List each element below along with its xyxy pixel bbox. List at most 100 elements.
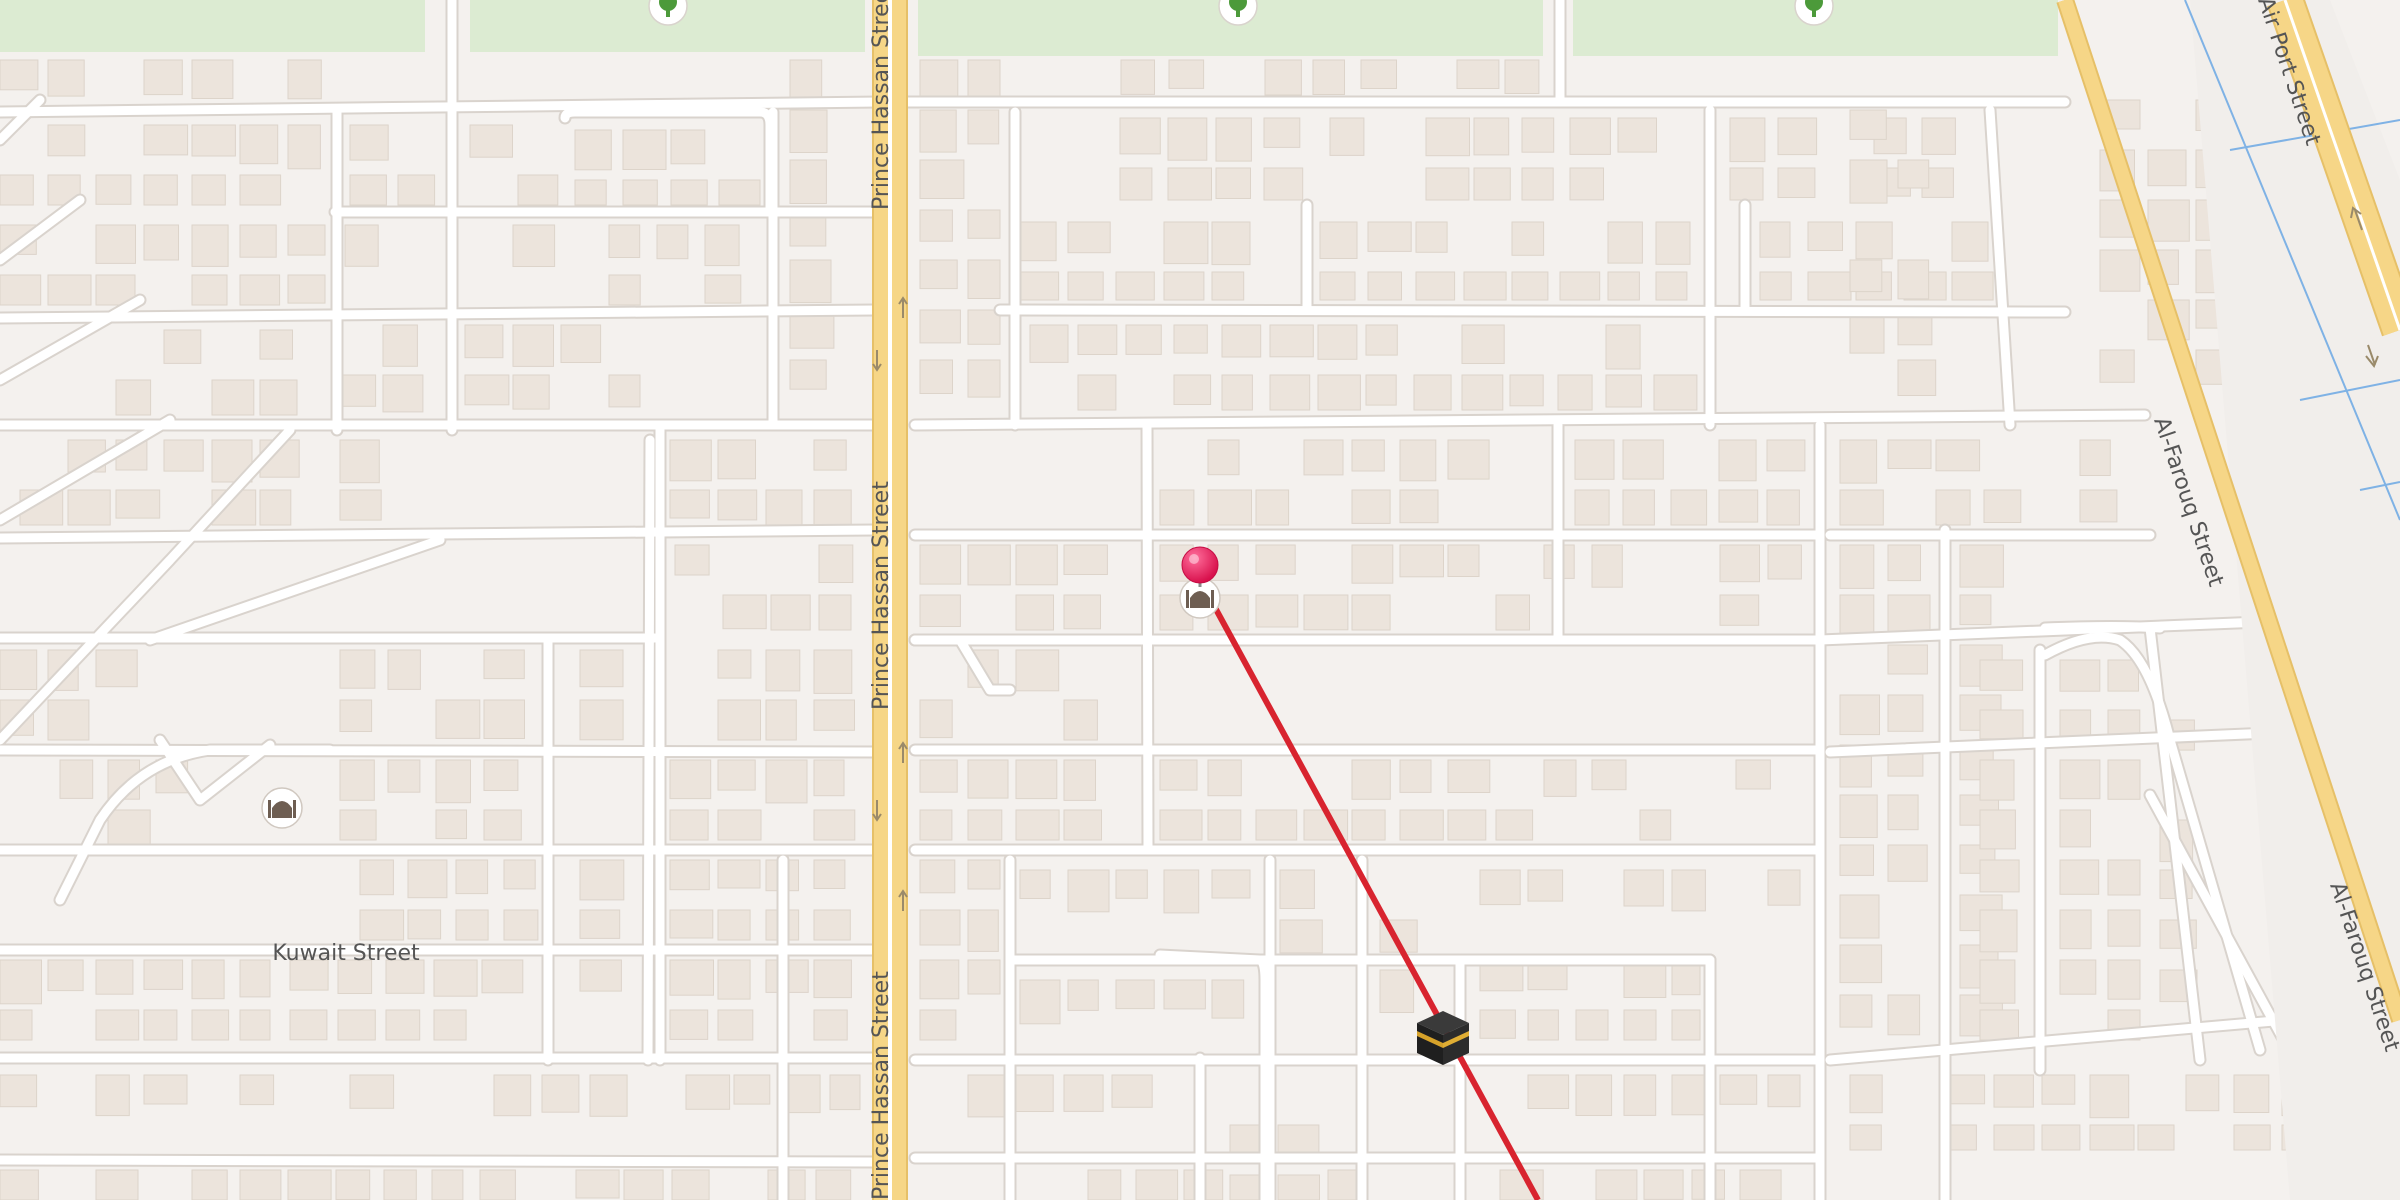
building: [733, 1074, 771, 1105]
building: [2233, 1124, 2271, 1151]
building: [1479, 1009, 1516, 1039]
building: [1766, 439, 1806, 472]
building: [1839, 794, 1878, 838]
building: [1115, 869, 1148, 899]
building: [1255, 544, 1296, 575]
building: [163, 329, 202, 364]
building: [1849, 1074, 1883, 1114]
building: [2107, 659, 2139, 692]
building: [1887, 844, 1928, 882]
building: [1019, 271, 1060, 301]
building: [704, 224, 740, 267]
building: [287, 59, 322, 100]
building: [1979, 759, 2015, 801]
building: [1312, 59, 1345, 95]
building: [1605, 324, 1641, 370]
building: [579, 909, 621, 939]
building: [967, 359, 1001, 398]
building: [2099, 249, 2141, 292]
building: [512, 324, 554, 367]
building: [813, 859, 846, 889]
building: [1719, 544, 1760, 583]
building: [1887, 694, 1924, 732]
building: [1351, 594, 1391, 631]
building: [287, 224, 326, 256]
building: [1173, 324, 1208, 354]
building: [1935, 439, 1981, 472]
building: [1767, 1074, 1801, 1108]
building: [2059, 909, 2092, 950]
building: [789, 109, 828, 153]
building: [1979, 659, 2024, 691]
building: [512, 224, 556, 267]
building: [397, 174, 436, 206]
building: [967, 809, 1003, 841]
building: [433, 1009, 467, 1041]
building: [1211, 979, 1245, 1019]
building: [967, 109, 1000, 145]
building: [1215, 117, 1252, 162]
building: [1849, 259, 1883, 293]
building: [669, 859, 710, 891]
building: [789, 259, 832, 304]
building: [191, 1169, 228, 1200]
building: [722, 594, 767, 630]
building: [919, 1009, 957, 1041]
building: [919, 109, 957, 153]
building: [1351, 439, 1385, 472]
building: [479, 1169, 516, 1200]
building: [1504, 59, 1540, 94]
building: [1591, 759, 1627, 791]
building: [0, 959, 42, 1005]
building: [339, 759, 375, 801]
building: [2059, 859, 2100, 895]
building: [1897, 259, 1930, 300]
building: [1111, 1074, 1153, 1108]
building: [191, 174, 226, 206]
building: [287, 274, 326, 304]
building: [349, 174, 387, 206]
building: [1360, 59, 1397, 89]
building: [1839, 544, 1875, 589]
building: [579, 649, 624, 688]
building: [813, 489, 852, 526]
building: [359, 909, 405, 941]
building: [1413, 374, 1452, 411]
building: [143, 959, 184, 990]
mosque-icon[interactable]: [261, 787, 303, 829]
building: [669, 1009, 709, 1040]
building: [1207, 489, 1252, 526]
building: [483, 699, 525, 739]
building: [1379, 969, 1415, 1013]
building: [2233, 1074, 2270, 1113]
building: [382, 374, 424, 413]
building: [622, 179, 658, 206]
building: [503, 859, 536, 890]
building: [1887, 794, 1919, 831]
building: [2059, 959, 2097, 995]
building: [1255, 489, 1290, 526]
building: [789, 159, 827, 204]
building: [704, 274, 742, 304]
building: [67, 489, 111, 526]
building: [1159, 489, 1195, 526]
building: [717, 649, 752, 679]
map-canvas[interactable]: Prince Hassan Street Prince Hassan Stree…: [0, 0, 2400, 1200]
building: [1317, 374, 1361, 411]
street-label-prince-hassan: Prince Hassan Street: [869, 0, 894, 210]
building: [239, 1074, 275, 1106]
building: [813, 759, 845, 797]
building: [2147, 199, 2190, 242]
building: [455, 859, 489, 895]
building: [919, 209, 953, 242]
building: [1595, 1169, 1638, 1200]
building: [813, 809, 856, 841]
building: [1447, 809, 1487, 841]
building: [143, 224, 179, 261]
building: [1979, 809, 2016, 850]
building: [143, 1009, 178, 1041]
building: [339, 699, 373, 732]
building: [337, 1009, 376, 1041]
building: [1447, 544, 1480, 577]
building: [382, 324, 418, 367]
